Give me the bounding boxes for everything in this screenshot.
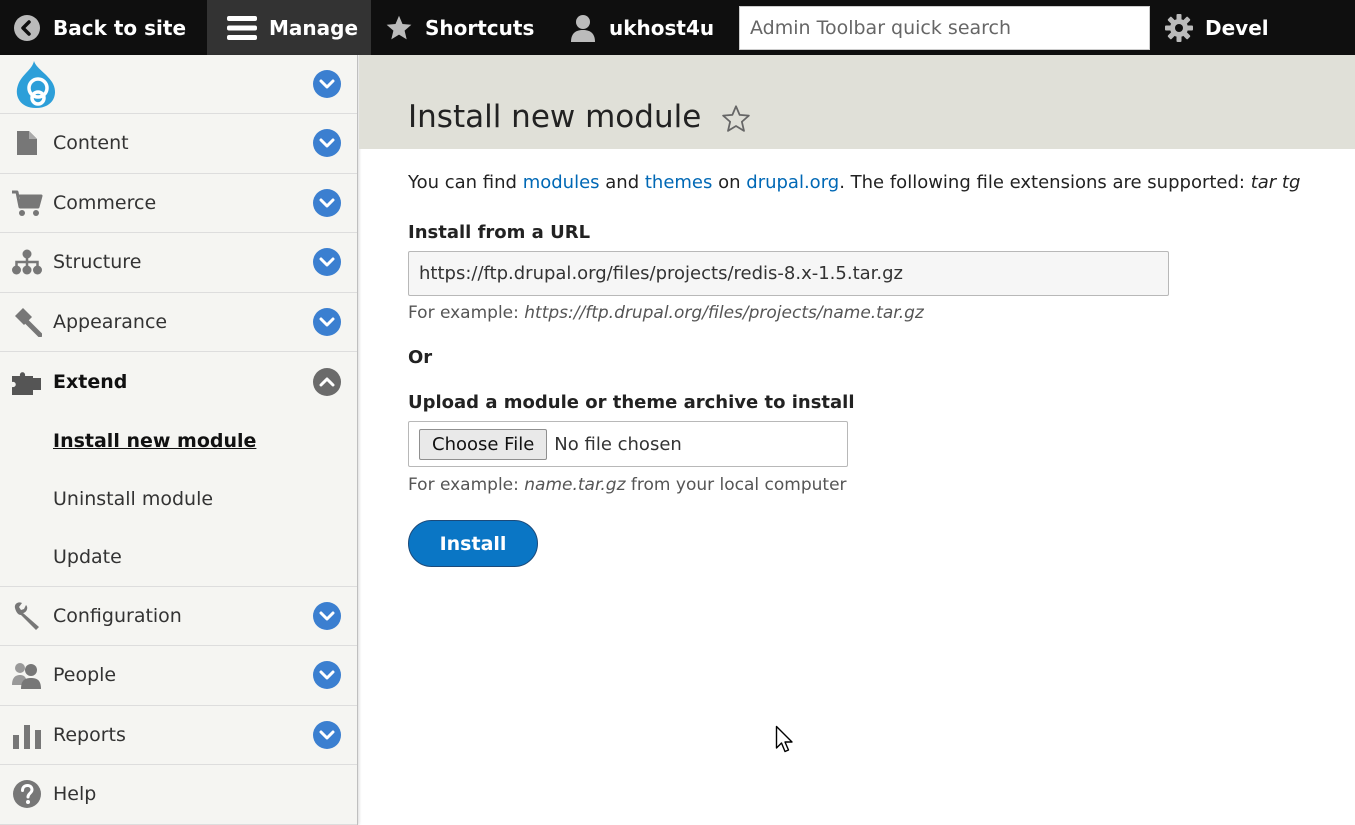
drupal-logo-icon[interactable] [12,60,60,110]
hamburger-menu-icon [227,15,257,40]
brush-icon [11,306,43,338]
sidebar-item-reports[interactable]: Reports [0,706,357,765]
user-label: ukhost4u [609,15,715,40]
toolbar-search-container [739,0,1151,55]
upload-description: For example: name.tar.gz from your local… [408,475,847,495]
sidebar-item-label: Appearance [53,310,168,333]
sidebar-item-label: Extend [53,370,128,393]
bar-chart-icon [11,719,43,751]
sidebar-item-structure[interactable]: Structure [0,233,357,293]
manage-tab[interactable]: Manage [207,0,371,55]
people-icon [11,659,43,691]
intro-text-part: on [712,172,747,193]
intro-text-part: and [599,172,645,193]
install-button[interactable]: Install [408,520,538,567]
choose-file-button[interactable]: Choose File [419,428,548,460]
hierarchy-icon [11,246,43,278]
file-example: name.tar.gz [524,475,626,495]
file-icon [11,127,43,159]
sidebar-item-commerce[interactable]: Commerce [0,174,357,233]
install-url-label: Install from a URL [408,222,591,243]
help-icon [11,778,43,810]
chevron-down-icon[interactable] [313,720,341,749]
description-suffix: from your local computer [625,475,847,495]
chevron-down-icon[interactable] [313,248,341,277]
chevron-down-icon[interactable] [313,188,341,217]
shortcuts-label: Shortcuts [425,15,535,40]
user-icon [571,14,595,42]
arrow-left-circle-icon [14,14,40,41]
sidebar-item-label: Structure [53,251,142,274]
sidebar-item-configuration[interactable]: Configuration [0,587,357,646]
back-to-site-link[interactable]: Back to site [0,0,207,55]
sidebar-subitem-update[interactable]: Update [0,528,357,586]
sidebar-item-label: People [53,664,117,687]
user-tab[interactable]: ukhost4u [557,0,739,55]
modules-link[interactable]: modules [523,172,600,193]
sidebar-item-label: Reports [53,723,126,746]
description-prefix: For example: [408,475,525,495]
chevron-down-icon[interactable] [313,70,341,98]
drupal-org-link[interactable]: drupal.org [746,172,839,193]
mouse-cursor-icon [775,725,793,753]
extend-submenu: Install new module Uninstall module Upda… [0,412,357,587]
gear-icon [1165,13,1193,42]
sidebar-item-appearance[interactable]: Appearance [0,293,357,352]
shortcut-star-icon[interactable] [721,104,751,134]
sidebar-item-label: Content [53,132,129,155]
wrench-icon [11,600,43,632]
admin-toolbar: Back to site Manage Shortcuts ukhost4u A… [0,0,1355,55]
chevron-down-icon[interactable] [313,601,341,630]
themes-link[interactable]: themes [645,172,713,193]
sidebar-item-people[interactable]: People [0,646,357,706]
url-example: https://ftp.drupal.org/files/projects/na… [524,303,924,323]
chevron-down-icon[interactable] [313,307,341,336]
devel-label: Devel [1205,15,1269,40]
no-file-chosen-text: No file chosen [554,433,682,455]
file-upload-field[interactable]: Choose File No file chosen [408,421,848,467]
install-url-description: For example: https://ftp.drupal.org/file… [408,303,924,323]
devel-tab[interactable]: Devel [1151,0,1283,55]
intro-text-part: . The following file extensions are supp… [839,172,1251,193]
star-icon [386,15,412,39]
chevron-down-icon[interactable] [313,129,341,158]
or-separator: Or [408,347,433,368]
sidebar-item-label: Help [53,783,97,806]
admin-toolbar-search-input[interactable] [739,5,1150,50]
chevron-down-icon[interactable] [313,661,341,690]
sidebar-item-help[interactable]: Help [0,765,357,825]
upload-archive-label: Upload a module or theme archive to inst… [408,392,855,413]
page-header: Install new module [359,55,1355,149]
page-title: Install new module [408,99,702,135]
cart-icon [11,187,43,219]
sidebar-logo-row [0,55,357,114]
sidebar-item-content[interactable]: Content [0,114,357,174]
sidebar-subitem-uninstall-module[interactable]: Uninstall module [0,470,357,528]
admin-sidebar: Content Commerce Structure Appearance Ex… [0,55,358,825]
chevron-up-icon[interactable] [313,367,341,396]
puzzle-icon [11,366,43,398]
install-url-input[interactable] [408,251,1169,296]
back-to-site-label: Back to site [53,15,187,40]
intro-text-part: You can find [408,172,523,193]
sidebar-item-extend[interactable]: Extend [0,352,357,412]
intro-text: You can find modules and themes on drupa… [408,172,1300,193]
supported-extensions: tar tg [1250,172,1301,193]
sidebar-subitem-install-new-module[interactable]: Install new module [0,412,357,470]
manage-label: Manage [269,15,359,40]
description-prefix: For example: [408,303,525,323]
sidebar-item-label: Configuration [53,604,182,627]
sidebar-item-label: Commerce [53,191,157,214]
shortcuts-tab[interactable]: Shortcuts [371,0,557,55]
